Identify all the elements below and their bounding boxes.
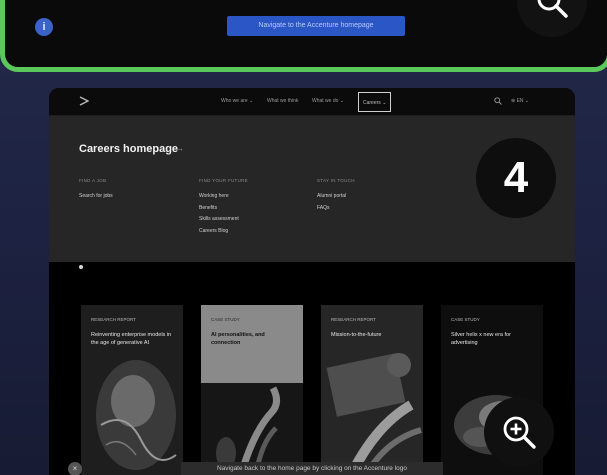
card-tag: CASE STUDY xyxy=(451,317,480,322)
highlighted-hotspot[interactable]: Navigate to the Accenture homepage xyxy=(227,16,405,36)
dropdown-link[interactable]: Alumni portal xyxy=(317,191,355,203)
zoom-in-button[interactable] xyxy=(484,397,554,467)
content-card[interactable]: CASE STUDY AI personalities, and connect… xyxy=(201,305,303,383)
zoom-in-icon xyxy=(537,0,568,18)
dropdown-column-find-your-future: FIND YOUR FUTURE Working here Benefits S… xyxy=(199,178,248,237)
dropdown-link[interactable]: Search for jobs xyxy=(79,191,113,203)
dropdown-link[interactable]: Working here xyxy=(199,191,248,203)
card-tag: RESEARCH REPORT xyxy=(331,317,376,322)
dropdown-link[interactable]: Benefits xyxy=(199,203,248,215)
nav-item-what-we-think[interactable]: What we think xyxy=(267,98,298,104)
zoom-in-icon xyxy=(503,416,536,449)
nav-item-what-we-do[interactable]: What we do ⌄ xyxy=(312,98,344,104)
step-caption: Navigate back to the home page by clicki… xyxy=(181,462,443,475)
language-selector[interactable]: ⊕ EN ⌄ xyxy=(511,98,529,104)
site-nav-bar: Who we are ⌄ What we think What we do ⌄ … xyxy=(49,88,575,116)
close-icon[interactable]: × xyxy=(68,462,82,475)
carousel-dot[interactable] xyxy=(79,265,83,269)
zoom-in-button-top[interactable] xyxy=(517,0,587,37)
dropdown-link[interactable]: FAQs xyxy=(317,203,355,215)
dropdown-link[interactable]: Skills assessment xyxy=(199,214,248,226)
card-headline: Silver helix x new era for advertising xyxy=(451,332,511,346)
card-tag: CASE STUDY xyxy=(211,317,240,322)
careers-homepage-link[interactable]: Careers homepage xyxy=(79,143,178,155)
careers-dropdown-menu: Careers homepage → FIND A JOB Search for… xyxy=(49,116,575,262)
dropdown-column-find-a-job: FIND A JOB Search for jobs xyxy=(79,178,113,203)
column-heading: STAY IN TOUCH xyxy=(317,178,355,183)
column-heading: FIND YOUR FUTURE xyxy=(199,178,248,183)
accenture-logo-icon[interactable] xyxy=(79,96,89,106)
step-number-badge: 4 xyxy=(476,138,556,218)
card-headline: Mission-to-the-future xyxy=(331,332,382,338)
content-card[interactable]: RESEARCH REPORT Mission-to-the-future xyxy=(321,305,423,475)
search-icon[interactable] xyxy=(494,97,502,105)
card-headline: Reinventing enterprise models in the age… xyxy=(91,332,172,346)
dropdown-column-stay-in-touch: STAY IN TOUCH Alumni portal FAQs xyxy=(317,178,355,214)
card-tag: RESEARCH REPORT xyxy=(91,317,136,322)
content-card[interactable]: RESEARCH REPORT Reinventing enterprise m… xyxy=(81,305,183,475)
dropdown-link[interactable]: Careers Blog xyxy=(199,226,248,238)
column-heading: FIND A JOB xyxy=(79,178,107,183)
nav-item-careers[interactable]: Careers ⌄ xyxy=(358,92,392,112)
card-headline: AI personalities, and connection xyxy=(211,332,265,346)
nav-item-who-we-are[interactable]: Who we are ⌄ xyxy=(221,98,253,104)
previous-slide-card: i Navigate to the Accenture homepage xyxy=(0,0,607,72)
info-icon[interactable]: i xyxy=(35,18,53,36)
arrow-right-icon: → xyxy=(176,144,184,153)
